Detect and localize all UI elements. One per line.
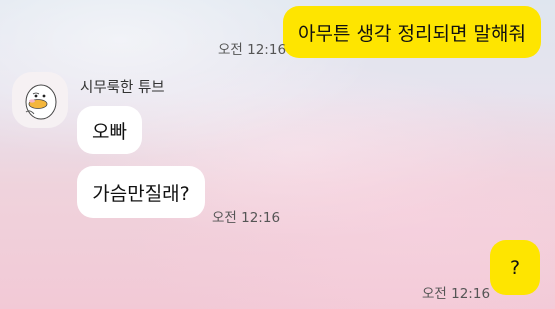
message-text: 가슴만질래? bbox=[92, 182, 190, 205]
their-message-bubble[interactable]: 가슴만질래? bbox=[77, 166, 205, 218]
message-text: 아무튼 생각 정리되면 말해줘 bbox=[298, 22, 526, 45]
avatar[interactable] bbox=[12, 72, 68, 128]
message-timestamp: 오전 12:16 bbox=[422, 286, 491, 302]
my-message-bubble[interactable]: ? bbox=[490, 240, 540, 295]
their-message-bubble[interactable]: 오빠 bbox=[77, 106, 142, 154]
duck-character-icon bbox=[25, 84, 57, 120]
sender-name: 시무룩한 튜브 bbox=[80, 80, 165, 96]
my-message-bubble[interactable]: 아무튼 생각 정리되면 말해줘 bbox=[283, 6, 541, 58]
message-text: ? bbox=[509, 256, 521, 279]
message-timestamp: 오전 12:16 bbox=[218, 42, 287, 58]
message-timestamp: 오전 12:16 bbox=[212, 210, 281, 226]
message-text: 오빠 bbox=[92, 120, 127, 143]
